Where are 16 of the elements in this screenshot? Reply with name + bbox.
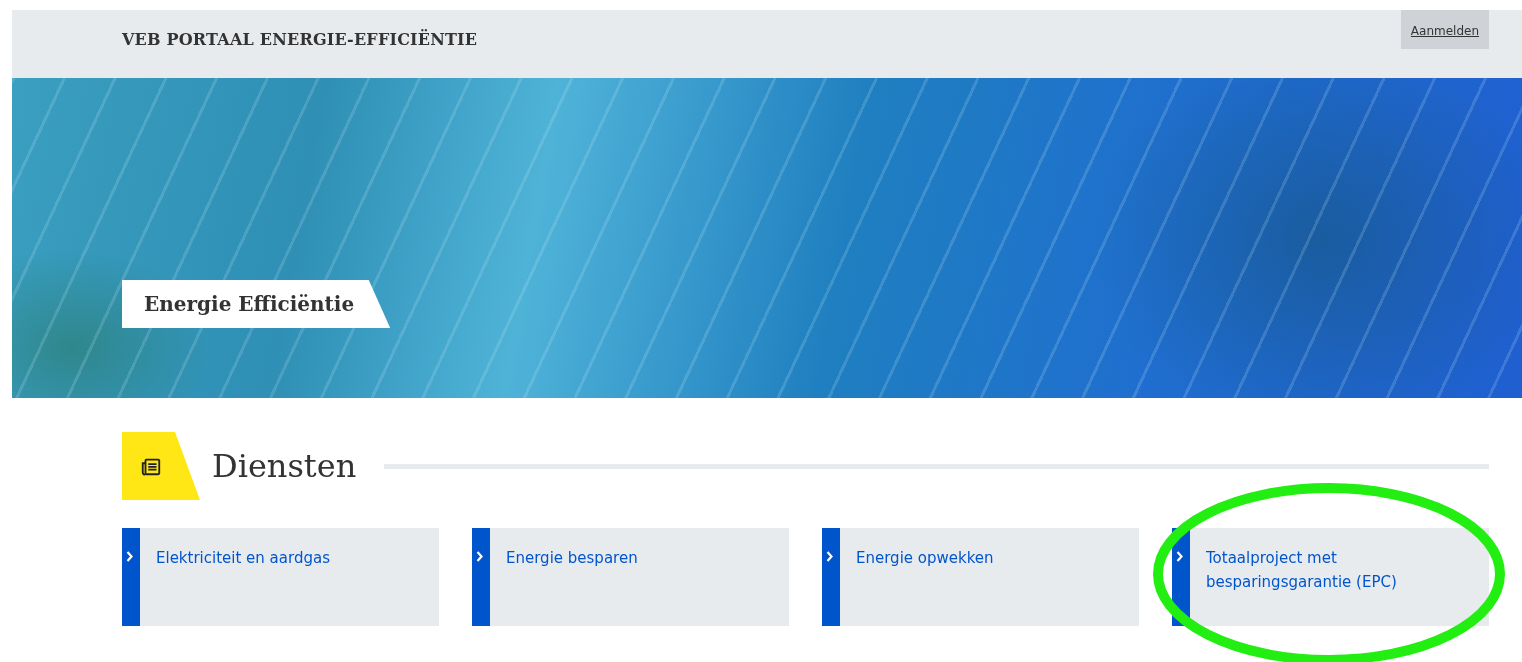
login-link[interactable]: Aanmelden (1400, 10, 1489, 49)
section-title: Diensten (212, 447, 357, 485)
service-card[interactable]: Elektriciteit en aardgas (122, 528, 439, 626)
chevron-icon (476, 551, 484, 562)
chevron-icon (826, 551, 834, 562)
chevron-icon (126, 551, 134, 562)
card-label: Elektriciteit en aardgas (156, 548, 331, 569)
site-title: VEB PORTAAL ENERGIE-EFFICIËNTIE (122, 30, 478, 49)
service-card[interactable]: Energie besparen (472, 528, 789, 626)
service-card[interactable]: Totaalproject met besparingsgarantie (EPC) (1172, 528, 1489, 626)
chevron-icon (1176, 551, 1184, 562)
card-label: Energie besparen (506, 548, 639, 569)
hero-label: Energie Efficiëntie (122, 280, 391, 328)
card-label: Energie opwekken (856, 548, 995, 569)
service-card[interactable]: Energie opwekken (822, 528, 1139, 626)
card-label: Totaalproject met besparingsgarantie (EPC) (1206, 548, 1398, 593)
